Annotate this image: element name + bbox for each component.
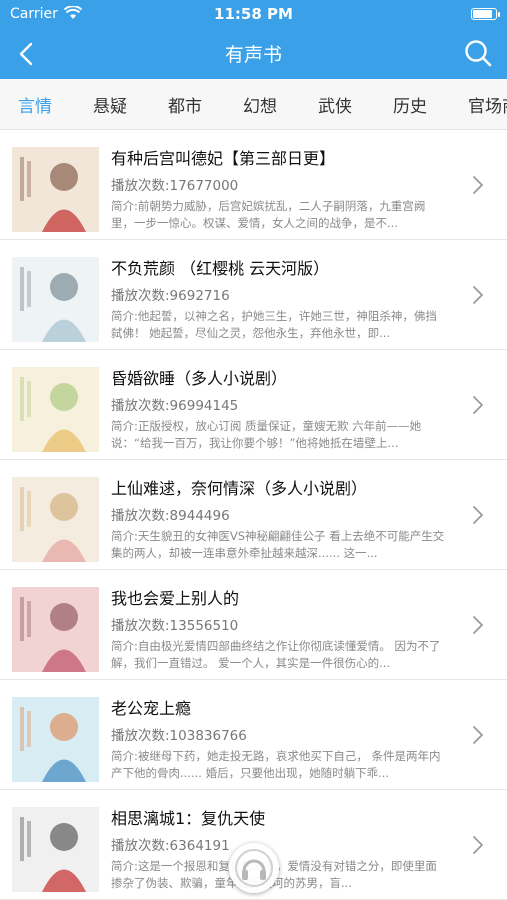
navbar: 有声书 <box>0 28 507 79</box>
book-summary: 简介:天生貌丑的女神医VS神秘翩翩佳公子 看上去绝不可能产生交集的两人，却被一连… <box>111 529 445 560</box>
book-summary: 简介:自由极光爱情四部曲终结之作让你彻底读懂爱情。 因为不了解，我们一直错过。 … <box>111 639 441 670</box>
tab-5[interactable]: 历史 <box>393 92 427 117</box>
book-cover <box>12 587 99 672</box>
chevron-right-icon <box>471 174 485 196</box>
list-item[interactable]: 昏婚欲睡（多人小说剧） 播放次数:96994145 简介:正版授权，放心订阅 质量保… <box>0 350 507 460</box>
tab-2[interactable]: 都市 <box>168 92 202 117</box>
play-count: 播放次数:8944496 <box>111 508 230 524</box>
book-title: 上仙难逑，奈何情深（多人小说剧） <box>111 479 368 498</box>
play-count: 播放次数:6364191 <box>111 838 230 854</box>
chevron-right-icon <box>471 394 485 416</box>
book-title: 相思漓城1：复仇天使 <box>111 809 266 828</box>
play-count: 播放次数:17677000 <box>111 178 239 194</box>
search-icon[interactable] <box>463 38 493 68</box>
clock: 11:58 PM <box>214 5 293 23</box>
book-title: 昏婚欲睡（多人小说剧） <box>111 369 288 388</box>
tab-6[interactable]: 官场商 <box>468 92 507 117</box>
chevron-right-icon <box>471 834 485 856</box>
chevron-right-icon <box>471 284 485 306</box>
play-count: 播放次数:9692716 <box>111 288 230 304</box>
play-count: 播放次数:13556510 <box>111 618 239 634</box>
tab-4[interactable]: 武侠 <box>318 92 352 117</box>
book-cover <box>12 697 99 782</box>
book-summary: 简介:他起誓，以神之名，护她三生，许她三世，神阻杀神，佛挡弑佛！ 她起誓，尽仙之… <box>111 309 437 340</box>
app-header: Carrier 11:58 PM 有声书 <box>0 0 507 79</box>
page-title: 有声书 <box>224 44 282 66</box>
headphones-icon <box>235 849 273 887</box>
chevron-right-icon <box>471 614 485 636</box>
book-cover <box>12 257 99 342</box>
status-bar: Carrier 11:58 PM <box>0 0 507 28</box>
list-item[interactable]: 上仙难逑，奈何情深（多人小说剧） 播放次数:8944496 简介:天生貌丑的女神医V… <box>0 460 507 570</box>
chevron-right-icon <box>471 504 485 526</box>
player-button[interactable] <box>229 843 279 893</box>
play-count: 播放次数:103836766 <box>111 728 247 744</box>
book-cover <box>12 147 99 232</box>
book-cover <box>12 477 99 562</box>
list-item[interactable]: 不负荒颜 （红樱桃 云天河版） 播放次数:9692716 简介:他起誓，以神之名，护… <box>0 240 507 350</box>
book-cover <box>12 367 99 452</box>
tab-1[interactable]: 悬疑 <box>93 92 127 117</box>
chevron-right-icon <box>471 724 485 746</box>
book-summary: 简介:被继母下药，她走投无路，哀求他买下自己， 条件是两年内产下他的骨肉....… <box>111 749 441 780</box>
book-title: 有种后宫叫德妃【第三部日更】 <box>111 149 336 168</box>
book-list: 有种后宫叫德妃【第三部日更】 播放次数:17677000 简介:前朝势力威胁，后宫妃… <box>0 130 507 900</box>
list-item[interactable]: 我也会爱上别人的 播放次数:13556510 简介:自由极光爱情四部曲终结之作让你彻… <box>0 570 507 680</box>
book-title: 我也会爱上别人的 <box>111 589 240 608</box>
book-summary: 简介:前朝势力威胁，后宫妃嫔扰乱，二人子嗣阴落，九重宫阙里，一步一惊心。权谋、爱… <box>111 199 426 230</box>
book-cover <box>12 807 99 892</box>
list-item[interactable]: 老公宠上瘾播放次数:103836766 简介:被继母下药，她走投无路，哀求他买下自… <box>0 680 507 790</box>
list-item[interactable]: 有种后宫叫德妃【第三部日更】 播放次数:17677000 简介:前朝势力威胁，后宫妃… <box>0 130 507 240</box>
play-count: 播放次数:96994145 <box>111 398 239 414</box>
tab-3[interactable]: 幻想 <box>243 92 277 117</box>
battery-icon <box>471 8 500 20</box>
book-title: 不负荒颜 （红樱桃 云天河版） <box>111 259 330 278</box>
tab-0[interactable]: 言情 <box>18 92 52 117</box>
category-tabs: 言情 悬疑 都市 幻想 武侠 历史 官场商 <box>0 79 507 130</box>
book-summary: 简介:正版授权，放心订阅 质量保证，童嫂无欺 六年前——她说：“给我一百万，我让… <box>111 419 422 450</box>
book-title: 老公宠上瘾 <box>111 699 192 718</box>
